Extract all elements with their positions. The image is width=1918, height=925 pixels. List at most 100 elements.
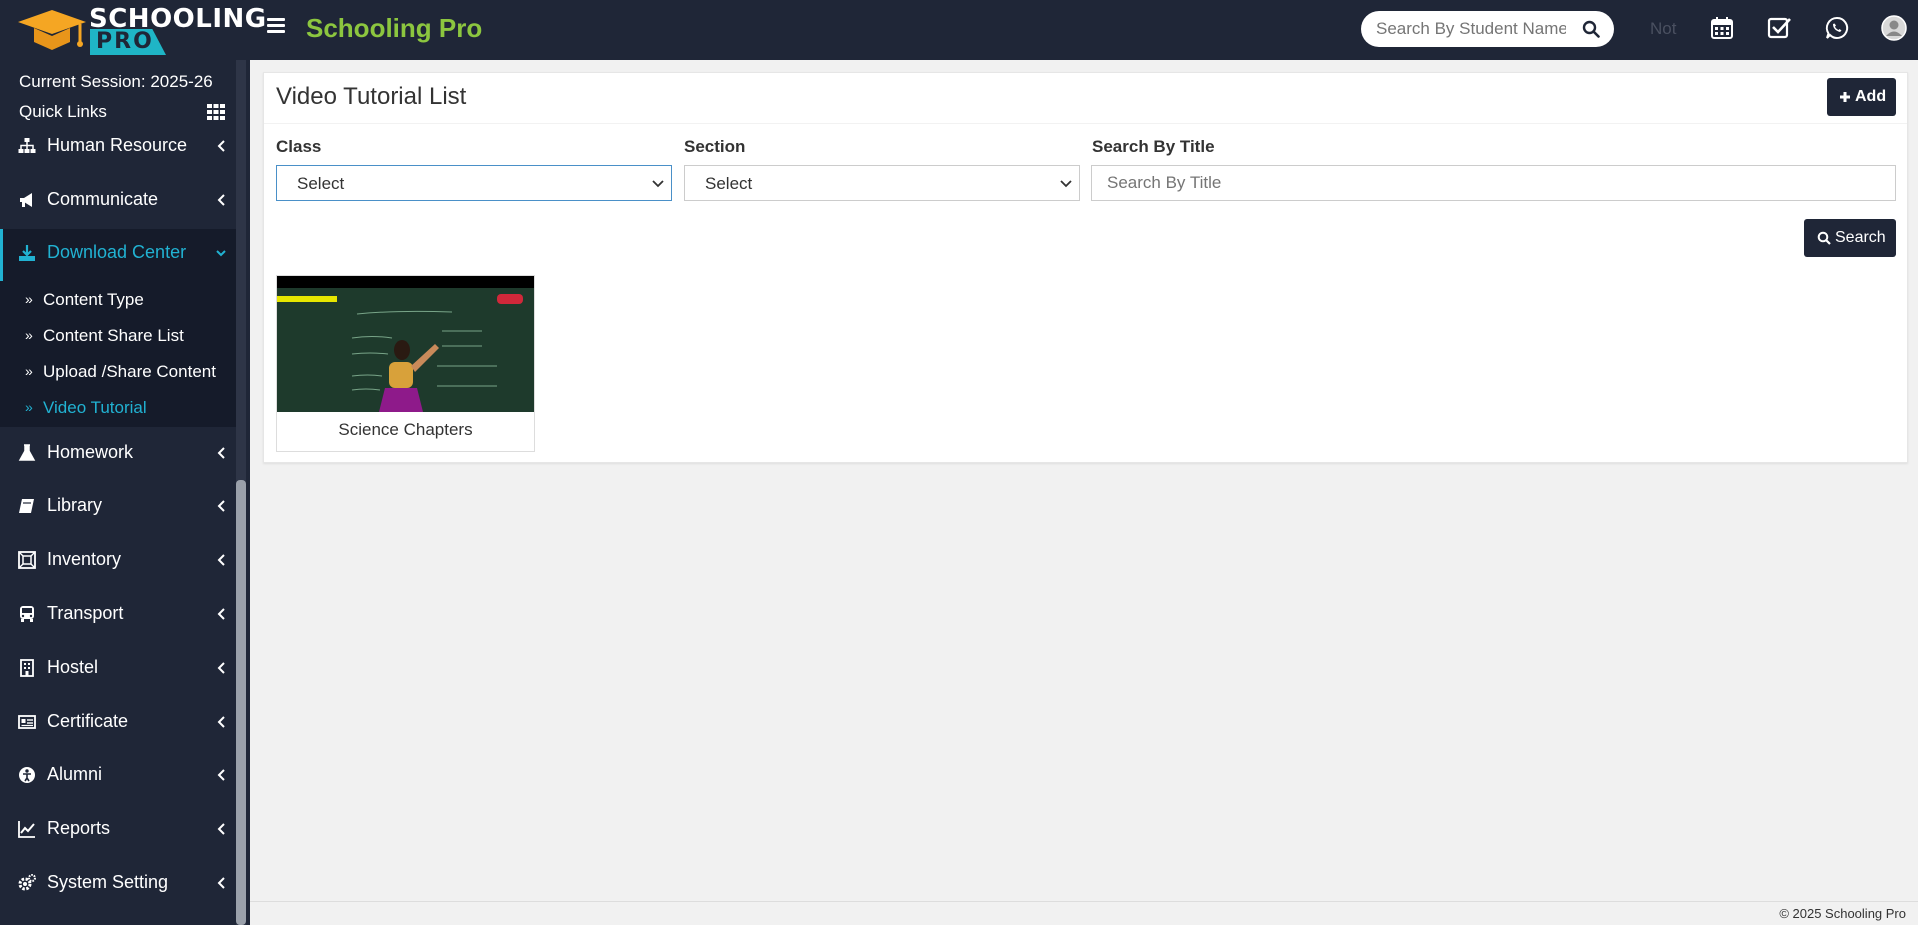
alumni-icon (19, 767, 35, 783)
submenu-item-label: Video Tutorial (43, 398, 147, 417)
sidebar-item-reports[interactable]: Reports (0, 805, 236, 855)
sidebar-item-human-resource[interactable]: Human Resource (0, 122, 236, 172)
chevron-down-icon (652, 180, 664, 188)
video-tutorial-panel: Video Tutorial List Add Class Select Sec… (263, 72, 1908, 463)
search-icon (1817, 231, 1831, 245)
sidebar-item-inventory[interactable]: Inventory (0, 536, 236, 586)
certificate-icon (18, 715, 36, 729)
inventory-icon (18, 551, 36, 569)
calendar-icon[interactable] (1709, 15, 1735, 41)
double-chevron-icon: » (25, 363, 33, 379)
search-button[interactable]: Search (1804, 219, 1896, 257)
section-select-value: Select (705, 174, 753, 193)
download-center-submenu: » Content Type » Content Share List » Up… (0, 281, 236, 427)
sitemap-icon (18, 138, 36, 153)
double-chevron-icon: » (25, 399, 33, 415)
chevron-left-icon (217, 877, 225, 889)
add-button[interactable]: Add (1827, 78, 1896, 116)
gears-icon (18, 874, 36, 891)
bus-icon (20, 606, 34, 622)
chevron-left-icon (217, 716, 225, 728)
video-card[interactable]: Science Chapters (276, 275, 535, 452)
download-icon (19, 245, 35, 261)
video-title[interactable]: Science Chapters (277, 420, 534, 440)
submenu-item-content-share-list[interactable]: » Content Share List (0, 319, 236, 355)
submenu-item-label: Upload /Share Content (43, 362, 216, 381)
sidebar-item-label: Library (47, 495, 103, 515)
sidebar-item-homework[interactable]: Homework (0, 429, 236, 479)
quick-links[interactable]: Quick Links (19, 102, 107, 122)
video-thumbnail[interactable] (277, 276, 534, 412)
title-search-input[interactable] (1091, 165, 1896, 201)
sidebar-item-label: Homework (47, 442, 134, 462)
chevron-left-icon (217, 194, 225, 206)
sidebar-item-library[interactable]: Library (0, 482, 236, 532)
footer-copyright: © 2025 Schooling Pro (1779, 906, 1906, 921)
sidebar-item-download-center[interactable]: Download Center (0, 229, 236, 281)
sidebar-item-hostel[interactable]: Hostel (0, 644, 236, 694)
graduation-cap-icon (18, 10, 86, 50)
sidebar-item-label: Certificate (47, 711, 129, 731)
sidebar-item-label: Inventory (47, 549, 122, 569)
sidebar-scrollbar-thumb[interactable] (236, 480, 246, 925)
sidebar-item-label: Communicate (47, 189, 159, 209)
logo[interactable]: SCHOOLING PRO (0, 0, 266, 60)
notice-link[interactable]: Not (1650, 19, 1676, 39)
chevron-left-icon (217, 554, 225, 566)
chevron-down-icon (216, 250, 226, 257)
chevron-left-icon (217, 823, 225, 835)
sidebar-item-communicate[interactable]: Communicate (0, 176, 236, 226)
class-label: Class (276, 137, 322, 156)
chevron-left-icon (217, 500, 225, 512)
submenu-item-label: Content Share List (43, 326, 184, 345)
video-thumbnail-image (277, 276, 534, 412)
class-select[interactable]: Select (276, 165, 672, 201)
section-select[interactable]: Select (684, 165, 1080, 201)
chevron-left-icon (217, 447, 225, 459)
sidebar-item-label: Transport (47, 603, 124, 623)
submenu-item-upload-share-content[interactable]: » Upload /Share Content (0, 355, 236, 391)
grid-icon[interactable] (207, 104, 225, 120)
add-button-label: Add (1855, 88, 1887, 105)
divider (264, 123, 1907, 124)
app-title: Schooling Pro (306, 13, 483, 43)
logo-pro-text: PRO (96, 29, 154, 54)
sidebar-item-label: Reports (47, 818, 111, 838)
whatsapp-icon[interactable] (1824, 15, 1850, 41)
search-button-label: Search (1835, 229, 1886, 246)
chevron-left-icon (217, 140, 225, 152)
page-title: Video Tutorial List (276, 83, 467, 110)
sidebar-item-label: Alumni (47, 764, 103, 784)
sidebar-item-alumni[interactable]: Alumni (0, 751, 236, 801)
checkbox-icon[interactable] (1766, 15, 1792, 41)
sidebar-item-label: Hostel (47, 657, 99, 677)
menu-toggle-icon[interactable] (267, 18, 285, 38)
chevron-left-icon (217, 608, 225, 620)
search-icon[interactable] (1582, 20, 1600, 38)
class-select-value: Select (297, 174, 345, 193)
double-chevron-icon: » (25, 327, 33, 343)
current-session: Current Session: 2025-26 (19, 72, 213, 91)
chevron-left-icon (217, 769, 225, 781)
title-search-label: Search By Title (1092, 137, 1215, 156)
section-label: Section (684, 137, 746, 156)
submenu-item-content-type[interactable]: » Content Type (0, 283, 236, 319)
student-search-input[interactable] (1376, 17, 1566, 41)
sidebar-item-certificate[interactable]: Certificate (0, 698, 236, 748)
flask-icon (18, 444, 36, 461)
sidebar-item-system-setting[interactable]: System Setting (0, 859, 236, 909)
sidebar-item-transport[interactable]: Transport (0, 590, 236, 640)
book-icon (19, 499, 34, 513)
plus-icon (1840, 92, 1850, 102)
building-icon (20, 659, 34, 677)
student-search (1361, 11, 1614, 47)
submenu-item-label: Content Type (43, 290, 144, 309)
chart-line-icon (18, 821, 35, 838)
chevron-down-icon (1060, 180, 1072, 188)
user-avatar-icon[interactable] (1881, 15, 1907, 41)
bullhorn-icon (20, 193, 32, 207)
top-header: SCHOOLING PRO Schooling Pro Not (0, 0, 1918, 60)
sidebar-item-label: System Setting (47, 872, 169, 892)
sidebar-item-label: Human Resource (47, 135, 188, 155)
submenu-item-video-tutorial[interactable]: » Video Tutorial (0, 391, 236, 427)
